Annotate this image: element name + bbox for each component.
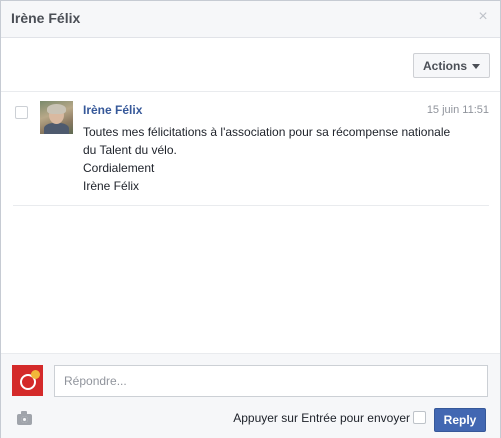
sender-avatar[interactable] bbox=[40, 101, 73, 134]
conversation-title: Irène Félix bbox=[11, 10, 81, 26]
reply-button[interactable]: Reply bbox=[434, 408, 486, 432]
message-line: Cordialement bbox=[83, 161, 155, 175]
close-icon[interactable]: × bbox=[476, 9, 490, 25]
message-line: du Talent du vélo. bbox=[83, 143, 177, 157]
message-select-checkbox[interactable] bbox=[15, 106, 28, 119]
reply-input[interactable] bbox=[54, 365, 488, 397]
camera-icon[interactable] bbox=[17, 411, 32, 425]
press-enter-label: Appuyer sur Entrée pour envoyer bbox=[233, 411, 410, 425]
actions-button[interactable]: Actions bbox=[413, 53, 490, 78]
dialog-header: Irène Félix × bbox=[1, 1, 500, 38]
message-item: Irène Félix 15 juin 11:51 Toutes mes fél… bbox=[13, 99, 489, 206]
message-line: Irène Félix bbox=[83, 179, 140, 193]
caret-down-icon bbox=[472, 63, 480, 69]
reply-composer: Appuyer sur Entrée pour envoyer Reply bbox=[1, 353, 500, 438]
my-page-avatar bbox=[12, 365, 43, 396]
sender-name-link[interactable]: Irène Félix bbox=[83, 103, 142, 117]
message-line: Toutes mes félicitations à l'association… bbox=[83, 125, 451, 139]
message-dialog: Irène Félix × Actions Irène Félix 15 jui… bbox=[0, 0, 501, 438]
actions-label: Actions bbox=[422, 58, 467, 73]
toolbar: Actions bbox=[1, 38, 500, 92]
message-body: Toutes mes félicitations à l'association… bbox=[83, 123, 493, 195]
press-enter-checkbox[interactable] bbox=[413, 411, 426, 424]
message-timestamp: 15 juin 11:51 bbox=[426, 104, 489, 116]
